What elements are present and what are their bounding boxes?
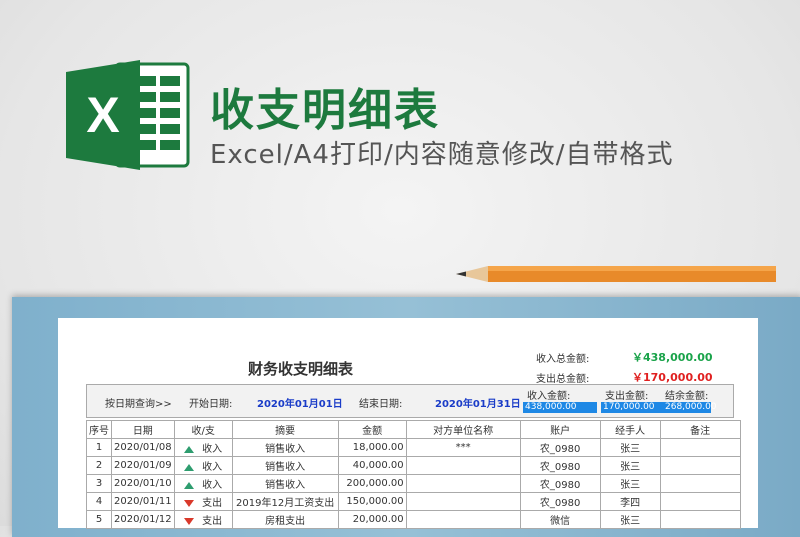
end-date-label: 结束日期:: [359, 399, 403, 410]
date-filter-bar: 按日期查询>> 开始日期: 2020年01月01日 结束日期: 2020年01月…: [86, 384, 734, 418]
cell-no[interactable]: 3: [86, 474, 112, 493]
expense-total-label: 支出总金额:: [536, 374, 590, 385]
cell-type[interactable]: 收入: [173, 474, 233, 493]
cell-no[interactable]: 4: [86, 492, 112, 511]
col-header: 序号: [86, 420, 112, 439]
cell-date[interactable]: 2020/01/08: [111, 438, 175, 457]
col-header: 金额: [337, 420, 407, 439]
cell-type[interactable]: 支出: [173, 492, 233, 511]
start-date-input[interactable]: 2020年01月01日: [257, 395, 343, 410]
col-header: 日期: [111, 420, 175, 439]
sheet-title: 财务收支明细表: [248, 360, 354, 378]
type-label: 收入: [202, 444, 223, 455]
cell-type[interactable]: 收入: [173, 438, 233, 457]
end-date-input[interactable]: 2020年01月31日: [435, 395, 521, 410]
arrow-up-icon: [184, 463, 195, 471]
start-date-label: 开始日期:: [189, 399, 233, 410]
type-label: 支出: [202, 516, 223, 527]
cell-no[interactable]: 2: [86, 456, 112, 475]
type-label: 支出: [202, 498, 223, 509]
expense-total-value: ￥170,000.00: [632, 371, 713, 384]
cell-no[interactable]: 1: [86, 438, 112, 457]
col-header: 账户: [519, 420, 601, 439]
table-header-row: 序号 日期 收/支 摘要 金额 对方单位名称 账户 经手人 备注: [86, 420, 741, 439]
cell-party[interactable]: [405, 456, 521, 475]
banner-title: 收支明细表: [210, 85, 440, 136]
cell-note[interactable]: [659, 438, 741, 457]
cell-handler[interactable]: 张三: [599, 456, 661, 475]
cell-amount[interactable]: 18,000.00: [337, 438, 407, 457]
type-label: 收入: [202, 462, 223, 473]
cell-party[interactable]: [405, 492, 521, 511]
pencil-icon: [456, 266, 776, 282]
cell-type[interactable]: 收入: [173, 456, 233, 475]
cell-note[interactable]: [659, 474, 741, 493]
cell-summary[interactable]: 销售收入: [231, 474, 339, 493]
expense-amount-label: 支出金额:: [605, 391, 649, 402]
excel-logo-icon: X: [66, 60, 190, 170]
expense-amount-value: 170,000.00: [601, 402, 663, 413]
cell-account[interactable]: 农_0980: [519, 438, 601, 457]
cell-party[interactable]: [405, 474, 521, 493]
cell-account[interactable]: 农_0980: [519, 456, 601, 475]
table-row: 3 2020/01/10 收入 销售收入 200,000.00 农_0980 张三: [86, 474, 741, 493]
arrow-down-icon: [184, 517, 195, 525]
arrow-up-icon: [184, 481, 195, 489]
arrow-down-icon: [184, 499, 195, 507]
banner-subtitle: Excel/A4打印/内容随意修改/自带格式: [210, 140, 674, 170]
cell-account[interactable]: 农_0980: [519, 474, 601, 493]
balance-amount-value: 268,000.00: [663, 402, 717, 413]
cell-amount[interactable]: 150,000.00: [337, 492, 407, 511]
logo-letter: X: [86, 87, 119, 143]
balance-amount-label: 结余金额:: [665, 391, 709, 402]
type-label: 收入: [202, 480, 223, 491]
cell-note[interactable]: [659, 456, 741, 475]
cell-handler[interactable]: 张三: [599, 474, 661, 493]
cell-handler[interactable]: 李四: [599, 492, 661, 511]
cell-summary[interactable]: 销售收入: [231, 456, 339, 475]
col-header: 经手人: [599, 420, 661, 439]
cell-handler[interactable]: 张三: [599, 438, 661, 457]
cell-date[interactable]: 2020/01/09: [111, 456, 175, 475]
cell-summary[interactable]: 2019年12月工资支出: [231, 492, 339, 511]
income-amount-label: 收入金额:: [527, 391, 571, 402]
col-header: 对方单位名称: [405, 420, 521, 439]
income-amount-value: 438,000.00: [523, 402, 597, 413]
income-total-value: ￥438,000.00: [632, 351, 713, 364]
col-header: 备注: [659, 420, 741, 439]
cell-amount[interactable]: 200,000.00: [337, 474, 407, 493]
table-row: 2 2020/01/09 收入 销售收入 40,000.00 农_0980 张三: [86, 456, 741, 475]
table-row: 4 2020/01/11 支出 2019年12月工资支出 150,000.00 农_098…: [86, 492, 741, 511]
query-label: 按日期查询>>: [105, 399, 172, 410]
cell-account[interactable]: 农_0980: [519, 492, 601, 511]
cell-note[interactable]: [659, 492, 741, 511]
col-header: 收/支: [173, 420, 233, 439]
cell-amount[interactable]: 40,000.00: [337, 456, 407, 475]
cell-party[interactable]: ***: [405, 438, 521, 457]
cell-date[interactable]: 2020/01/11: [111, 492, 175, 511]
cell-date[interactable]: 2020/01/10: [111, 474, 175, 493]
col-header: 摘要: [231, 420, 339, 439]
cell-summary[interactable]: 销售收入: [231, 438, 339, 457]
transactions-table: 序号 日期 收/支 摘要 金额 对方单位名称 账户 经手人 备注 1 2020/0…: [86, 420, 741, 529]
income-total-label: 收入总金额:: [536, 354, 590, 365]
arrow-up-icon: [184, 445, 195, 453]
table-row: 1 2020/01/08 收入 销售收入 18,000.00 *** 农_0980 张三: [86, 438, 741, 457]
